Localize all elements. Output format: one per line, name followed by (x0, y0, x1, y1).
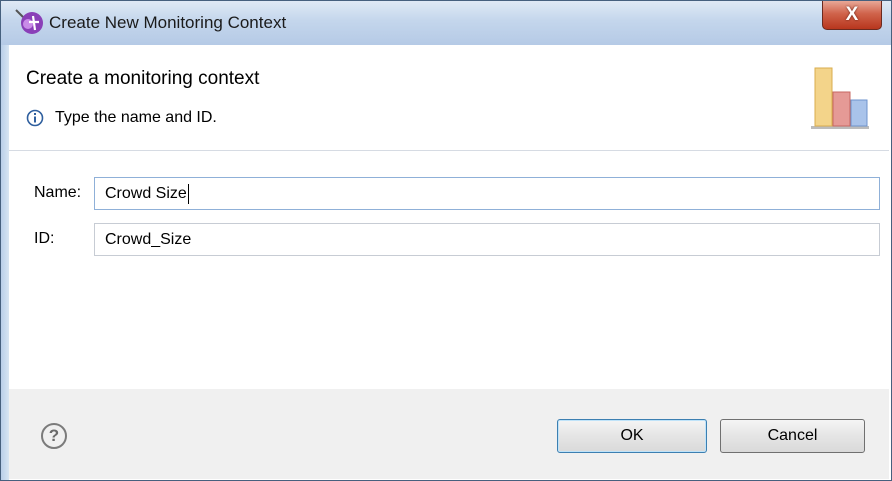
name-label: Name: (34, 184, 82, 201)
create-monitoring-context-dialog: Create New Monitoring Context X Create a… (0, 0, 892, 481)
ok-button[interactable]: OK (557, 419, 707, 453)
bar-chart-graphic (811, 67, 869, 129)
title-bar[interactable]: Create New Monitoring Context X (1, 1, 891, 45)
header-title: Create a monitoring context (26, 68, 260, 89)
close-icon: X (845, 4, 859, 25)
info-icon (26, 109, 44, 127)
id-field-value: Crowd_Size (105, 231, 192, 248)
name-field[interactable]: Crowd Size (94, 177, 880, 210)
name-field-value: Crowd Size (105, 185, 187, 202)
id-label: ID: (34, 230, 55, 247)
help-icon[interactable]: ? (41, 423, 67, 449)
monitor-model-icon (15, 9, 43, 34)
text-cursor (187, 183, 189, 204)
id-field[interactable]: Crowd_Size (94, 223, 880, 256)
window-title: Create New Monitoring Context (49, 13, 287, 32)
header-message: Type the name and ID. (55, 109, 217, 126)
close-button[interactable]: X (822, 1, 882, 30)
dialog-header (9, 45, 889, 149)
cancel-button[interactable]: Cancel (720, 419, 865, 453)
window-frame-accent (1, 45, 9, 480)
header-separator (9, 150, 889, 151)
